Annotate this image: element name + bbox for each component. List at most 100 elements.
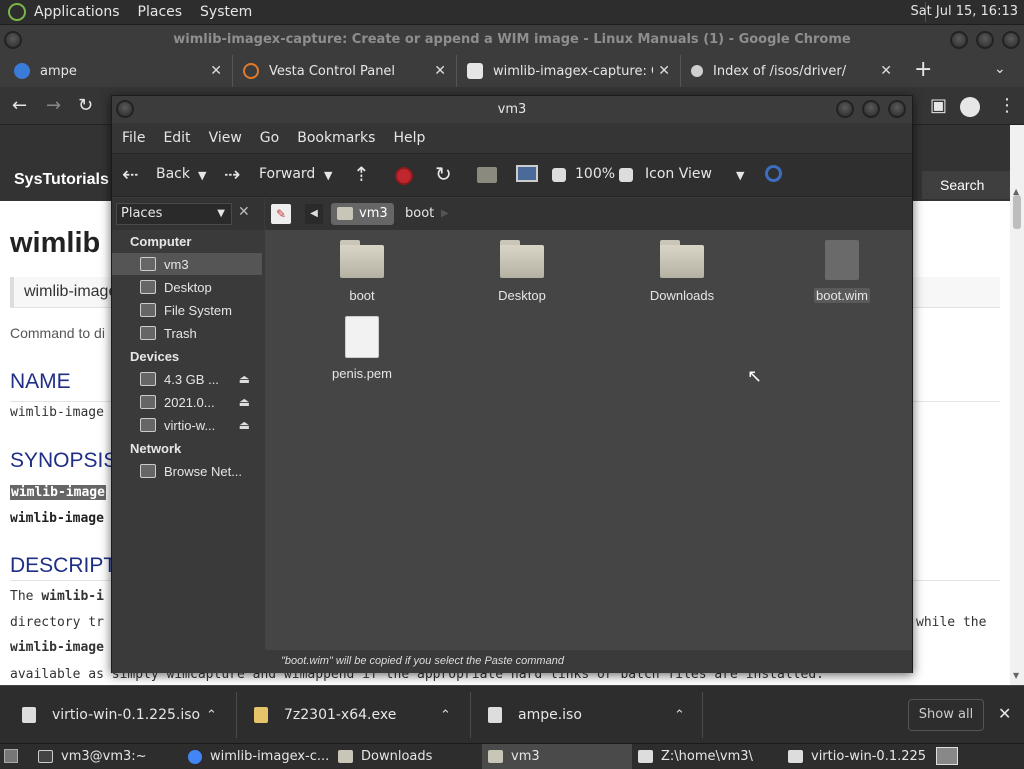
chevron-up-icon[interactable]: ⌃ <box>206 708 217 723</box>
search-icon[interactable] <box>765 165 782 182</box>
taskbar-item-terminal[interactable]: vm3@vm3:~ <box>32 744 182 769</box>
sidebar-mode-select[interactable]: Places ▼ <box>116 203 232 225</box>
window-menu-button[interactable] <box>116 100 134 118</box>
stop-icon[interactable] <box>395 167 413 185</box>
sidebar-item-desktop[interactable]: Desktop <box>112 276 262 298</box>
forward-arrow-icon[interactable]: ⇢ <box>224 162 241 186</box>
tab-close-icon[interactable]: ✕ <box>434 63 446 79</box>
menu-view[interactable]: View <box>209 130 242 146</box>
tab-vesta[interactable]: Vesta Control Panel ✕ <box>232 55 456 87</box>
site-search-link[interactable]: Search <box>922 171 1010 199</box>
back-arrow-icon[interactable]: ← <box>12 95 27 116</box>
page-heading: wimlib <box>10 227 101 259</box>
clock[interactable]: Sat Jul 15, 16:13 <box>910 4 1018 19</box>
taskbar-item-vm3[interactable]: vm3 <box>482 744 632 769</box>
tab-close-icon[interactable]: ✕ <box>210 63 222 79</box>
menu-edit[interactable]: Edit <box>163 130 190 146</box>
file-manager-title-bar[interactable]: vm3 <box>112 96 912 123</box>
places-menu[interactable]: Places <box>138 4 183 20</box>
download-item[interactable]: 7z2301-x64.exe ⌃ <box>254 686 468 744</box>
eject-icon[interactable]: ⏏ <box>239 418 250 432</box>
download-item[interactable]: virtio-win-0.1.225.iso ⌃ <box>22 686 236 744</box>
forward-history-chevron-icon[interactable]: ▼ <box>324 169 332 182</box>
site-logo[interactable]: SysTutorials <box>14 171 109 189</box>
tab-search-chevron-icon[interactable]: ⌄ <box>994 61 1006 77</box>
window-menu-button[interactable] <box>4 31 22 49</box>
tab-close-icon[interactable]: ✕ <box>880 63 892 79</box>
reload-icon[interactable]: ↻ <box>78 95 93 116</box>
up-arrow-icon[interactable]: ⇡ <box>353 162 370 186</box>
profile-avatar-icon[interactable] <box>960 97 980 117</box>
chrome-menu-icon[interactable]: ⋮ <box>998 95 1016 116</box>
path-left-chevron-icon[interactable]: ◀ <box>305 204 323 224</box>
sidebar-item-trash[interactable]: Trash <box>112 322 262 344</box>
sidepanel-icon[interactable]: ▣ <box>930 95 947 116</box>
scroll-down-icon[interactable]: ▼ <box>1013 671 1019 680</box>
download-item[interactable]: ampe.iso ⌃ <box>488 686 700 744</box>
chevron-up-icon[interactable]: ⌃ <box>674 708 685 723</box>
show-all-button[interactable]: Show all <box>908 699 984 731</box>
page-scrollbar[interactable]: ▲ ▼ <box>1010 125 1024 685</box>
system-menu[interactable]: System <box>200 4 252 20</box>
edit-location-icon[interactable]: ✎ <box>271 204 291 224</box>
tab-ampe[interactable]: ampe ✕ <box>14 55 232 87</box>
taskbar-item-chrome[interactable]: wimlib-imagex-c... <box>182 744 332 769</box>
file-icon-view[interactable]: boot Desktop Downloads boot.wim penis.pe… <box>265 230 912 650</box>
eject-icon[interactable]: ⏏ <box>239 372 250 386</box>
taskbar-item-virtio[interactable]: virtio-win-0.1.225 <box>782 744 932 769</box>
chevron-up-icon[interactable]: ⌃ <box>440 708 451 723</box>
sidebar-item-filesystem[interactable]: File System <box>112 299 262 321</box>
computer-icon[interactable] <box>516 165 538 182</box>
close-downloads-icon[interactable]: ✕ <box>998 704 1011 723</box>
tab-index-isos[interactable]: Index of /isos/driver/ ✕ <box>680 55 902 87</box>
show-desktop-icon[interactable] <box>4 749 18 763</box>
file-item-desktop[interactable]: Desktop <box>462 240 582 303</box>
back-history-chevron-icon[interactable]: ▼ <box>198 169 206 182</box>
sidebar-item-vm3[interactable]: vm3 <box>112 253 262 275</box>
applications-menu[interactable]: Applications <box>34 4 120 20</box>
zoom-level[interactable]: 100% <box>575 166 615 182</box>
eject-icon[interactable]: ⏏ <box>239 395 250 409</box>
reload-icon[interactable]: ↻ <box>435 162 452 186</box>
close-button[interactable] <box>888 100 906 118</box>
new-tab-button[interactable]: + <box>914 57 932 82</box>
taskbar-item-wine[interactable]: Z:\home\vm3\ <box>632 744 782 769</box>
maximize-button[interactable] <box>862 100 880 118</box>
zoom-in-icon[interactable] <box>619 168 633 182</box>
back-button[interactable]: Back <box>156 166 190 182</box>
home-icon[interactable] <box>477 167 497 183</box>
menu-help[interactable]: Help <box>393 130 425 146</box>
minimize-button[interactable] <box>950 31 968 49</box>
sidebar-item-device[interactable]: 4.3 GB ... ⏏ <box>112 368 262 390</box>
chrome-title-bar[interactable]: wimlib-imagex-capture: Create or append … <box>0 25 1024 55</box>
scrollbar-thumb[interactable] <box>1013 195 1021 229</box>
minimize-button[interactable] <box>836 100 854 118</box>
close-sidebar-icon[interactable]: ✕ <box>238 204 250 220</box>
tab-close-icon[interactable]: ✕ <box>658 63 670 79</box>
file-item-boot-wim[interactable]: boot.wim <box>782 240 902 303</box>
taskbar-item-downloads[interactable]: Downloads <box>332 744 482 769</box>
distro-logo-icon[interactable] <box>8 3 26 21</box>
back-arrow-icon[interactable]: ⇠ <box>122 162 139 186</box>
file-item-penis-pem[interactable]: penis.pem <box>302 316 422 381</box>
close-button[interactable] <box>1002 31 1020 49</box>
path-button-boot[interactable]: boot <box>399 203 440 225</box>
menu-bookmarks[interactable]: Bookmarks <box>297 130 375 146</box>
view-mode-chevron-icon[interactable]: ▼ <box>736 169 744 182</box>
zoom-out-icon[interactable] <box>552 168 566 182</box>
forward-button[interactable]: Forward <box>259 166 315 182</box>
sidebar-item-device[interactable]: virtio-w... ⏏ <box>112 414 262 436</box>
sidebar-item-device[interactable]: 2021.0... ⏏ <box>112 391 262 413</box>
file-item-boot[interactable]: boot <box>302 240 422 303</box>
view-mode-select[interactable]: Icon View <box>645 166 712 182</box>
sidebar-item-browse-network[interactable]: Browse Net... <box>112 460 262 482</box>
menu-go[interactable]: Go <box>260 130 279 146</box>
menu-file[interactable]: File <box>122 130 145 146</box>
workspace-switcher[interactable] <box>936 747 958 765</box>
maximize-button[interactable] <box>976 31 994 49</box>
forward-arrow-icon[interactable]: → <box>46 95 61 116</box>
path-button-vm3[interactable]: vm3 <box>331 203 394 225</box>
tab-wimlib[interactable]: wimlib-imagex-capture: Cr ✕ <box>456 55 680 87</box>
file-item-downloads[interactable]: Downloads <box>622 240 742 303</box>
path-right-chevron-icon[interactable]: ▶ <box>441 204 449 224</box>
